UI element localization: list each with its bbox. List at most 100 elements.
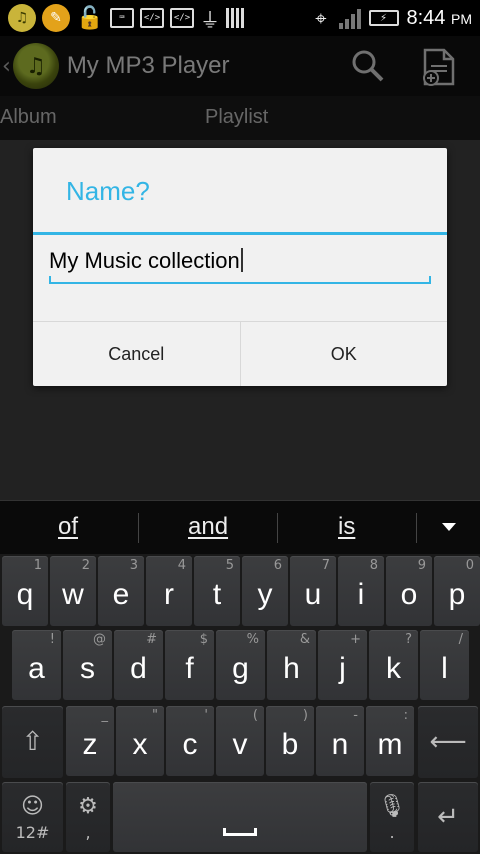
space-key[interactable] <box>113 782 367 852</box>
key-o[interactable]: 9o <box>386 556 432 626</box>
key-s[interactable]: @ s <box>63 630 112 700</box>
key-d[interactable]: # d <box>114 630 163 700</box>
cancel-button[interactable]: Cancel <box>33 322 240 386</box>
tab-playlist[interactable]: Playlist <box>205 106 268 129</box>
text-caret <box>240 248 243 272</box>
key-label: t <box>212 578 222 611</box>
up-caret-icon[interactable]: ‹ <box>2 54 11 79</box>
key-x[interactable]: " x <box>116 706 164 776</box>
suggestion-and[interactable]: and <box>188 513 228 541</box>
key-l[interactable]: / l <box>420 630 469 700</box>
key-r[interactable]: 4r <box>146 556 192 626</box>
key-hint: ? <box>405 632 412 647</box>
key-label: q <box>16 578 34 611</box>
settings-comma-key[interactable]: ⚙ , <box>66 782 110 852</box>
shift-key[interactable]: ⇧ <box>2 706 63 778</box>
ok-button[interactable]: OK <box>239 322 448 386</box>
space-icon <box>223 828 257 836</box>
gps-icon: ⌖ <box>315 6 327 30</box>
lock-icon: 🔓 <box>76 5 104 31</box>
key-label: j <box>339 652 346 685</box>
key-u[interactable]: 7u <box>290 556 336 626</box>
key-k[interactable]: ? k <box>369 630 418 700</box>
music-notification-icon: ♫ <box>8 4 36 32</box>
key-label: k <box>386 652 401 685</box>
key-label: z <box>82 728 98 761</box>
key-a[interactable]: ! a <box>12 630 61 700</box>
key-h[interactable]: & h <box>267 630 316 700</box>
suggestion-is[interactable]: is <box>338 513 355 541</box>
name-input[interactable]: My Music collection <box>49 244 431 284</box>
key-hint: _ <box>101 708 109 723</box>
keyboard-notification-icon: ⌨ <box>110 8 134 28</box>
key-hint: 0 <box>465 558 474 573</box>
key-label: w <box>62 578 84 611</box>
key-j[interactable]: + j <box>318 630 367 700</box>
key-hint: 6 <box>273 558 282 573</box>
key-hint: " <box>152 708 158 723</box>
key-w[interactable]: 2w <box>50 556 96 626</box>
key-hint: $ <box>199 632 208 647</box>
app-title: My MP3 Player <box>66 52 230 79</box>
key-p[interactable]: 0p <box>434 556 480 626</box>
key-e[interactable]: 3e <box>98 556 144 626</box>
key-label: x <box>132 728 148 761</box>
dialog-title: Name? <box>66 176 150 206</box>
key-hint: ' <box>204 708 208 723</box>
key-b[interactable]: ) b <box>266 706 314 776</box>
key-m[interactable]: :m <box>366 706 414 776</box>
key-hint: % <box>246 632 259 647</box>
key-label: l <box>441 652 448 685</box>
key-hint: ! <box>49 632 55 647</box>
key-i[interactable]: 8i <box>338 556 384 626</box>
symbols-key[interactable]: ☺ 12# <box>2 782 63 852</box>
barcode-icon <box>226 8 244 28</box>
key-label: v <box>232 728 248 761</box>
key-hint: # <box>146 632 157 647</box>
key-z[interactable]: _ z <box>66 706 114 776</box>
suggestion-of[interactable]: of <box>58 513 78 541</box>
developer-icon-2: </> <box>170 8 194 28</box>
key-label: h <box>283 652 300 685</box>
key-q[interactable]: 1q <box>2 556 48 626</box>
key-label: o <box>400 578 418 611</box>
enter-key[interactable]: ↵ <box>418 782 478 852</box>
key-label: e <box>112 578 130 611</box>
key-v[interactable]: (v <box>216 706 264 776</box>
mic-period-key[interactable]: 🎙 . <box>370 782 414 852</box>
key-label: a <box>28 652 45 685</box>
status-time: 8:44 PM <box>406 6 473 29</box>
tab-bar: Album Playlist <box>0 96 480 140</box>
key-hint: 4 <box>177 558 186 573</box>
key-t[interactable]: 5t <box>194 556 240 626</box>
name-input-text: My Music collection <box>49 248 240 273</box>
key-hint: 1 <box>33 558 42 573</box>
key-label: u <box>304 578 322 611</box>
new-playlist-icon[interactable] <box>422 48 456 86</box>
app-logo-icon[interactable]: ♫ <box>12 43 59 89</box>
key-hint: - <box>353 708 358 723</box>
key-g[interactable]: % g <box>216 630 265 700</box>
shift-icon: ⇧ <box>21 727 44 757</box>
dialog-title-divider <box>33 232 447 235</box>
more-suggestions-icon[interactable] <box>442 523 456 531</box>
key-f[interactable]: $ f <box>165 630 214 700</box>
key-n[interactable]: -n <box>316 706 364 776</box>
backspace-key[interactable]: ⟵ <box>418 706 478 778</box>
tab-album[interactable]: Album <box>0 106 57 129</box>
compass-notification-icon: ✎ <box>42 4 70 32</box>
usb-icon: ⏚ <box>200 7 220 32</box>
dialog-button-bar: Cancel OK <box>33 321 447 386</box>
key-hint: & <box>299 632 310 647</box>
key-hint: @ <box>93 632 106 647</box>
key-hint: ) <box>302 708 308 723</box>
key-label: s <box>80 652 95 685</box>
key-label: p <box>448 578 466 611</box>
key-label: f <box>185 652 194 685</box>
key-c[interactable]: ' c <box>166 706 214 776</box>
key-y[interactable]: 6y <box>242 556 288 626</box>
name-dialog: Name? My Music collection Cancel OK <box>33 148 447 386</box>
search-icon[interactable] <box>350 48 386 84</box>
developer-icon: </> <box>140 8 164 28</box>
key-label: n <box>331 728 349 761</box>
